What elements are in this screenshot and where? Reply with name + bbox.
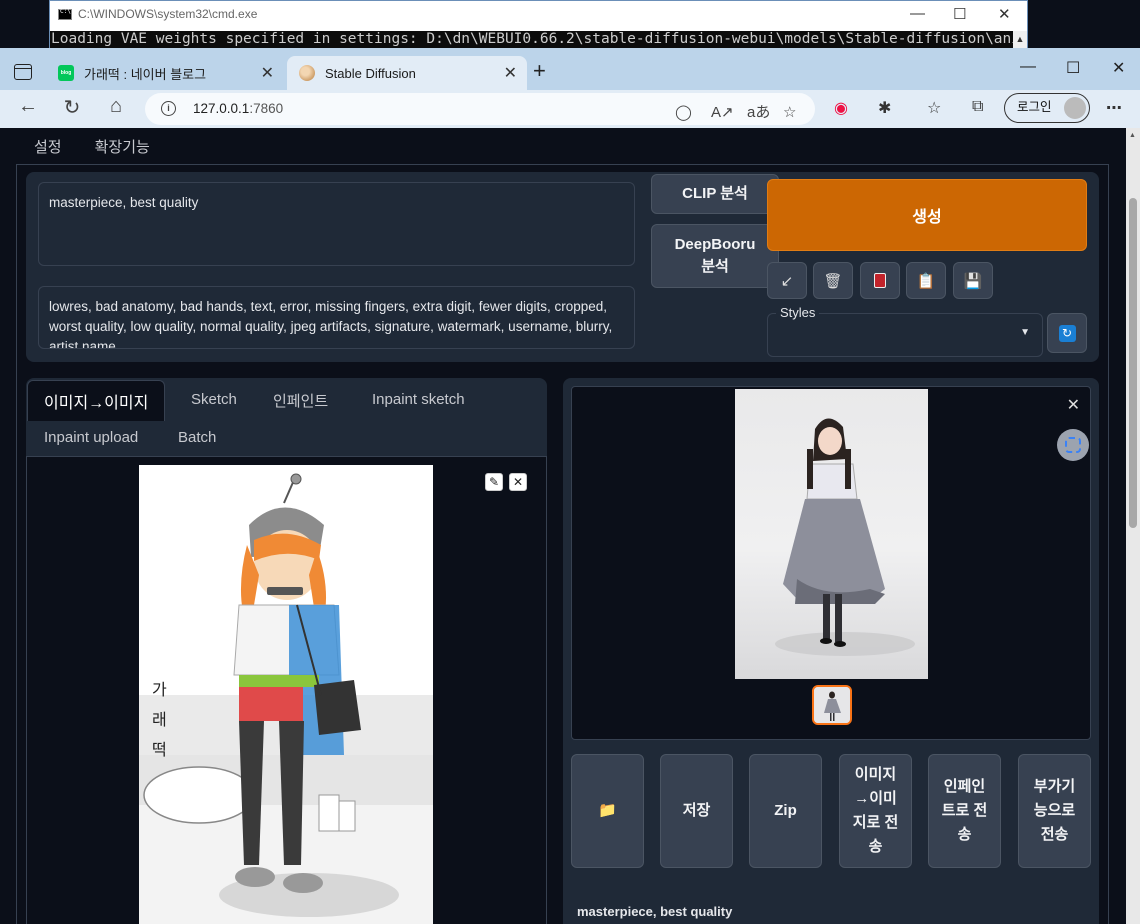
- tab-naver-blog[interactable]: blog 가래떡 : 네이버 블로그 ✕: [46, 56, 284, 90]
- close-icon[interactable]: ✕: [998, 5, 1011, 23]
- tab-close-icon[interactable]: ✕: [504, 63, 517, 83]
- home-icon[interactable]: ⌂: [103, 95, 129, 118]
- send-to-img2img-button[interactable]: 이미지→이미지로 전송: [839, 754, 912, 868]
- tab-settings[interactable]: 설정: [34, 136, 62, 157]
- input-tabs: 이미지→이미지 Sketch 인페인트 Inpaint sketch Inpai…: [26, 378, 547, 458]
- send-to-extras-button[interactable]: 부가기능으로 전송: [1018, 754, 1091, 868]
- minimize-icon[interactable]: —: [910, 5, 925, 22]
- login-button[interactable]: 로그인: [1004, 93, 1090, 123]
- stable-diffusion-icon: [299, 65, 315, 81]
- edit-image-icon[interactable]: ✎: [485, 473, 503, 491]
- more-menu-icon[interactable]: ⋯: [1106, 98, 1122, 118]
- gallery-thumbnail[interactable]: [812, 685, 852, 725]
- naver-blog-icon: blog: [58, 65, 74, 81]
- cmd-window: C:\WINDOWS\system32\cmd.exe — ☐ ✕ Loadin…: [49, 0, 1028, 48]
- tab-close-icon[interactable]: ✕: [261, 63, 274, 83]
- browser-tab-bar: blog 가래떡 : 네이버 블로그 ✕ Stable Diffusion ✕: [0, 48, 1140, 90]
- tab-inpaint[interactable]: 인페인트: [273, 390, 328, 411]
- webui-page: 설정 확장기능 masterpiece, best quality lowres…: [0, 128, 1140, 924]
- input-image-area[interactable]: 가 래 떡 ✎ ✕: [26, 456, 547, 924]
- save-button[interactable]: 저장: [660, 754, 733, 868]
- remove-image-icon[interactable]: ✕: [509, 473, 527, 491]
- collections-icon[interactable]: ⧉: [972, 98, 983, 116]
- add-favorite-icon[interactable]: ☆: [783, 97, 796, 129]
- zip-button[interactable]: Zip: [749, 754, 822, 868]
- output-panel: ✕ 📁 저장 Zip 이미지→이미지로 전송 인페인트로 전송 부가기능으로 전…: [563, 378, 1099, 924]
- site-info-icon[interactable]: i: [161, 101, 176, 116]
- negative-prompt-textarea[interactable]: lowres, bad anatomy, bad hands, text, er…: [38, 286, 635, 349]
- url-host: 127.0.0.1: [193, 101, 250, 116]
- page-scrollbar[interactable]: ▲: [1126, 128, 1140, 924]
- deepbooru-button[interactable]: DeepBooru 분석: [651, 224, 779, 288]
- url-port: :7860: [249, 101, 284, 116]
- clipboard-icon[interactable]: 📋: [906, 262, 946, 299]
- maximize-icon[interactable]: ☐: [1066, 58, 1080, 78]
- card-icon[interactable]: [860, 262, 900, 299]
- tab-sketch[interactable]: Sketch: [191, 391, 237, 408]
- back-icon[interactable]: ←: [15, 95, 41, 118]
- tab-actions-icon[interactable]: [14, 64, 32, 80]
- read-aloud-icon[interactable]: A↗: [711, 97, 734, 129]
- avatar: [1064, 97, 1086, 119]
- refresh-icon[interactable]: ↻: [59, 95, 85, 120]
- new-tab-icon[interactable]: +: [533, 58, 546, 84]
- open-folder-button[interactable]: 📁: [571, 754, 644, 868]
- styles-dropdown[interactable]: Styles ▼: [767, 305, 1043, 357]
- send-to-inpaint-button[interactable]: 인페인트로 전송: [928, 754, 1001, 868]
- favorites-icon[interactable]: ☆: [927, 98, 941, 118]
- save-icon[interactable]: 💾: [953, 262, 993, 299]
- chevron-down-icon: ▼: [1020, 327, 1030, 338]
- cmd-output: Loading VAE weights specified in setting…: [50, 31, 1014, 48]
- tab-extensions[interactable]: 확장기능: [95, 136, 150, 157]
- close-icon[interactable]: ✕: [1112, 58, 1125, 78]
- trash-icon[interactable]: 🗑: [813, 262, 853, 299]
- scrollbar-thumb[interactable]: [1129, 198, 1137, 528]
- cmd-icon: [58, 8, 72, 20]
- fullscreen-button[interactable]: [1057, 429, 1089, 461]
- output-image[interactable]: [735, 389, 928, 679]
- styles-label: Styles: [776, 305, 820, 320]
- cmd-scroll-up-icon[interactable]: ▲: [1013, 31, 1027, 48]
- generate-button[interactable]: 생성: [767, 179, 1087, 251]
- extension-color-icon[interactable]: ◉: [834, 98, 848, 118]
- extensions-icon[interactable]: ✱: [878, 98, 891, 118]
- minimize-icon[interactable]: —: [1020, 58, 1036, 76]
- tab-label: 가래떡 : 네이버 블로그: [84, 66, 207, 82]
- fullscreen-icon: [1065, 437, 1081, 453]
- generation-info: masterpiece, best quality: [577, 904, 733, 919]
- refresh-styles-button[interactable]: ↻: [1047, 313, 1087, 353]
- tag-icon[interactable]: ◯: [675, 97, 692, 129]
- url-bar[interactable]: i 127.0.0.1:7860 ◯ A↗ aあ ☆: [145, 93, 815, 125]
- tab-batch[interactable]: Batch: [178, 429, 216, 446]
- img2img-input-panel: 이미지→이미지 Sketch 인페인트 Inpaint sketch Inpai…: [26, 378, 547, 924]
- maximize-icon[interactable]: ☐: [953, 5, 966, 23]
- scroll-up-icon[interactable]: ▲: [1129, 132, 1136, 139]
- image-signature: 가 래 떡: [152, 680, 167, 759]
- translate-icon[interactable]: aあ: [747, 97, 770, 129]
- prompt-textarea[interactable]: masterpiece, best quality: [38, 182, 635, 266]
- input-image: 가 래 떡: [139, 465, 433, 924]
- tab-inpaint-sketch[interactable]: Inpaint sketch: [372, 391, 465, 408]
- address-toolbar: ← ↻ ⌂ i 127.0.0.1:7860 ◯ A↗ aあ ☆ ◉ ✱ ☆ ⧉…: [0, 90, 1140, 128]
- tab-label: Stable Diffusion: [325, 65, 416, 81]
- tab-img2img[interactable]: 이미지→이미지: [27, 380, 166, 421]
- tab-inpaint-upload[interactable]: Inpaint upload: [44, 429, 138, 446]
- refresh-icon: ↻: [1058, 324, 1076, 342]
- cmd-title: C:\WINDOWS\system32\cmd.exe: [78, 7, 258, 21]
- output-gallery: ✕: [571, 386, 1091, 740]
- clip-interrogate-button[interactable]: CLIP 분석: [651, 174, 779, 214]
- close-gallery-icon[interactable]: ✕: [1067, 395, 1080, 415]
- arrow-icon[interactable]: ↙: [767, 262, 807, 299]
- top-nav: 설정 확장기능: [34, 136, 150, 157]
- tab-stable-diffusion[interactable]: Stable Diffusion ✕: [287, 56, 527, 90]
